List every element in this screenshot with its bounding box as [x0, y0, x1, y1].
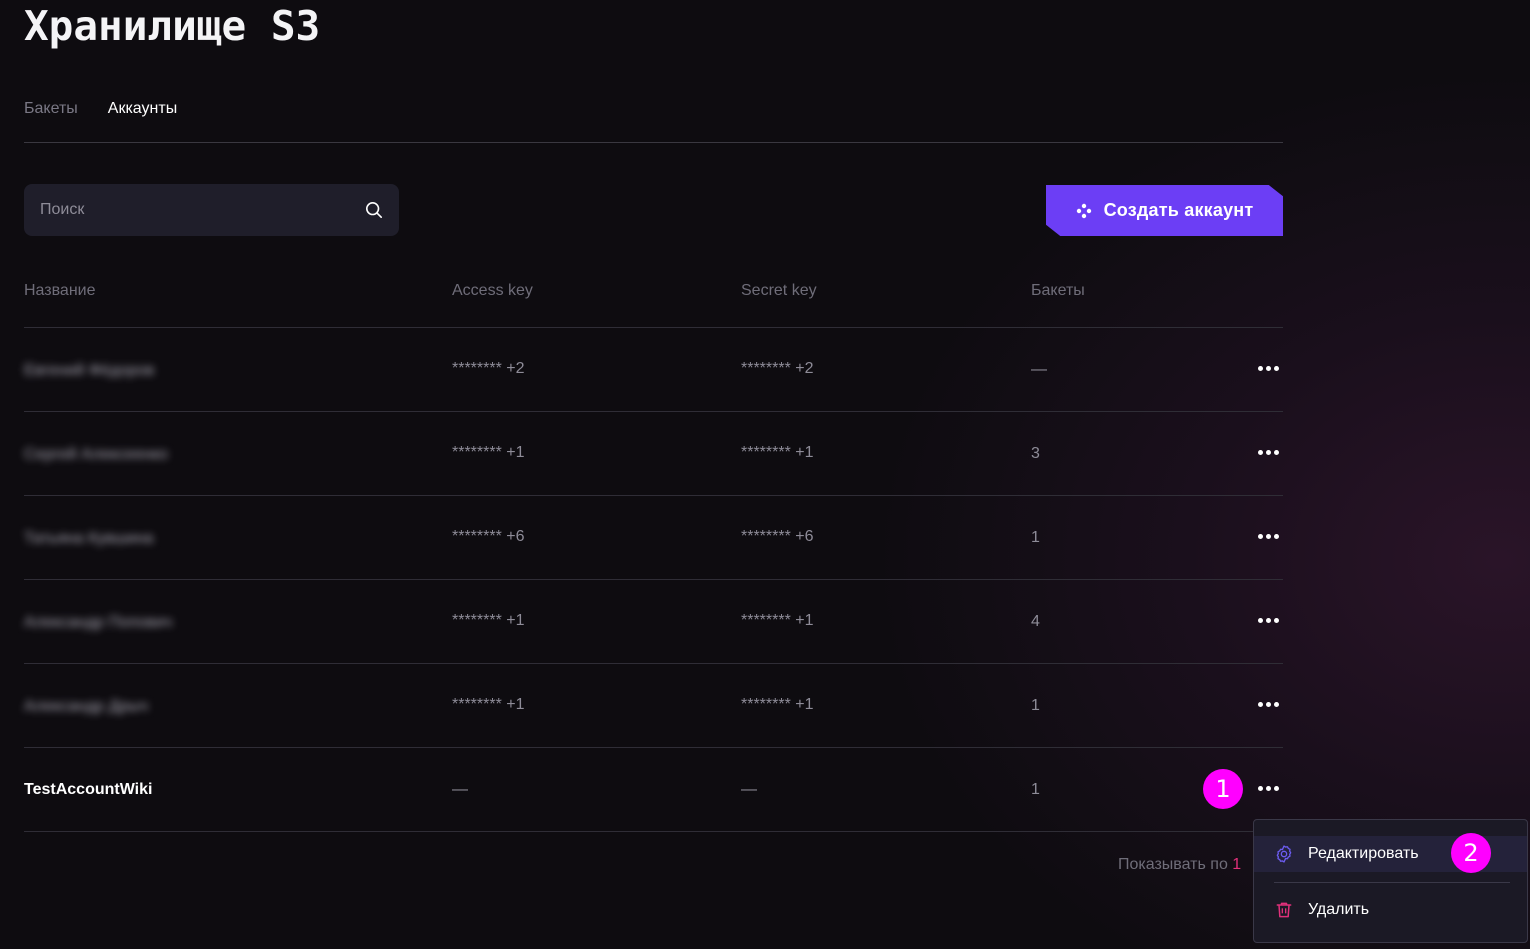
column-header-secret-key: Secret key: [741, 282, 817, 299]
table-row[interactable]: TestAccountWiki — — 1: [0, 748, 1300, 832]
secret-key: ******** +1: [741, 696, 814, 713]
bucket-count: 4: [1031, 613, 1040, 630]
create-account-button[interactable]: Создать аккаунт: [1046, 185, 1283, 236]
more-actions-icon[interactable]: [1252, 358, 1284, 378]
bucket-count: —: [1031, 361, 1047, 378]
menu-item-delete-label: Удалить: [1308, 901, 1370, 918]
sparkle-icon: [1076, 203, 1091, 218]
access-key: ******** +2: [452, 360, 525, 377]
page-title: Хранилище S3: [24, 2, 321, 50]
more-actions-icon[interactable]: [1252, 526, 1284, 546]
account-name: Евгений Фёдоров: [24, 362, 155, 379]
bucket-count: 1: [1031, 781, 1040, 798]
create-account-label: Создать аккаунт: [1103, 200, 1254, 220]
table-row[interactable]: Евгений Фёдоров ******** +2 ******** +2 …: [0, 328, 1300, 412]
table-row[interactable]: Александр Попович ******** +1 ******** +…: [0, 580, 1300, 664]
annotation-marker-1: 1: [1203, 769, 1243, 809]
access-key: ******** +1: [452, 444, 525, 461]
secret-key: ******** +2: [741, 360, 814, 377]
more-actions-icon[interactable]: [1252, 778, 1284, 798]
access-key: ******** +1: [452, 696, 525, 713]
bucket-count: 3: [1031, 445, 1040, 462]
table-header: Название Access key Secret key Бакеты: [0, 282, 1300, 304]
table-row[interactable]: Татьяна Кувшина ******** +6 ******** +6 …: [0, 496, 1300, 580]
account-name: Татьяна Кувшина: [24, 530, 154, 547]
more-actions-icon[interactable]: [1252, 694, 1284, 714]
gear-icon: [1276, 845, 1292, 863]
secret-key: —: [741, 781, 757, 798]
column-header-buckets: Бакеты: [1031, 282, 1085, 299]
more-actions-icon[interactable]: [1252, 610, 1284, 630]
row-divider: [24, 831, 1283, 832]
search-box: [24, 184, 399, 236]
account-name: Александр Дрыч: [24, 698, 149, 715]
search-input[interactable]: [24, 184, 399, 236]
bucket-count: 1: [1031, 529, 1040, 546]
table-row[interactable]: Александр Дрыч ******** +1 ******** +1 1: [0, 664, 1300, 748]
secret-key: ******** +1: [741, 612, 814, 629]
page-size-value[interactable]: 1: [1232, 856, 1241, 873]
account-name: Александр Попович: [24, 614, 173, 631]
menu-divider: [1274, 882, 1510, 883]
column-header-access-key: Access key: [452, 282, 533, 299]
account-name: TestAccountWiki: [24, 781, 153, 798]
account-name: Сергей Алексеенко: [24, 446, 168, 463]
search-icon[interactable]: [365, 201, 383, 219]
secret-key: ******** +6: [741, 528, 814, 545]
menu-item-edit-label: Редактировать: [1308, 845, 1419, 862]
pagination: Показывать по 1: [1118, 856, 1241, 874]
access-key: ******** +1: [452, 612, 525, 629]
tabs: Бакеты Аккаунты: [24, 100, 177, 118]
trash-icon: [1276, 902, 1292, 918]
more-actions-icon[interactable]: [1252, 442, 1284, 462]
tabs-divider: [24, 142, 1283, 143]
bucket-count: 1: [1031, 697, 1040, 714]
page-size-label: Показывать по: [1118, 856, 1228, 873]
annotation-marker-2: 2: [1451, 833, 1491, 873]
column-header-name: Название: [24, 282, 96, 299]
access-key: ******** +6: [452, 528, 525, 545]
secret-key: ******** +1: [741, 444, 814, 461]
tab-accounts[interactable]: Аккаунты: [108, 100, 177, 118]
tab-buckets[interactable]: Бакеты: [24, 100, 78, 118]
table-row[interactable]: Сергей Алексеенко ******** +1 ******** +…: [0, 412, 1300, 496]
row-context-menu: Редактировать Удалить: [1253, 819, 1528, 943]
menu-item-delete[interactable]: Удалить: [1254, 892, 1527, 928]
access-key: —: [452, 781, 468, 798]
